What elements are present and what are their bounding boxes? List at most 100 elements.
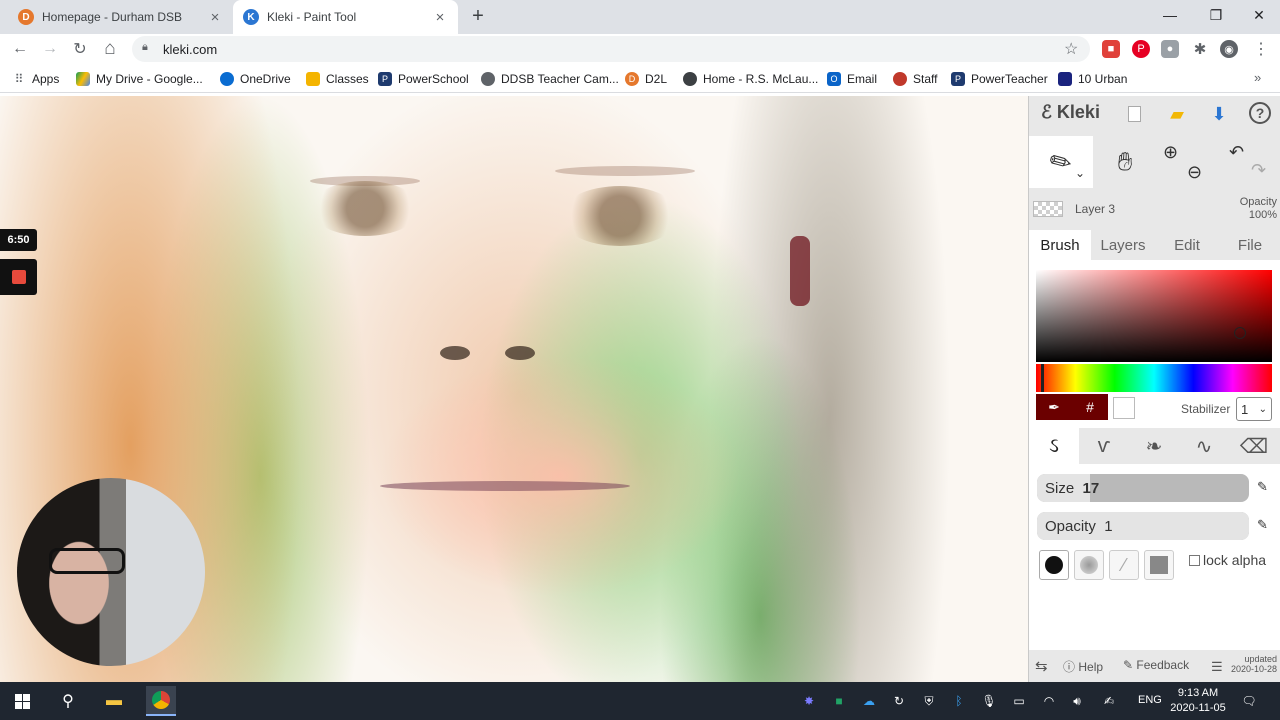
extension-apple-icon[interactable]: ● xyxy=(1161,40,1179,58)
tab-layers[interactable]: Layers xyxy=(1091,230,1155,260)
bookmark-home-rs-mclaughlin[interactable]: Home - R.S. McLau... xyxy=(683,70,818,88)
calligraphy-brush-shape[interactable]: ⁄ xyxy=(1109,550,1139,580)
new-tab-button[interactable]: + xyxy=(466,4,490,28)
stabilizer-select[interactable]: 1 ⌄ xyxy=(1236,397,1272,421)
input-language[interactable]: ENG xyxy=(1138,694,1162,706)
help-icon[interactable]: ? xyxy=(1249,102,1271,124)
bookmark-staff[interactable]: Staff xyxy=(893,70,937,88)
zoom-in-icon[interactable]: ⊕ xyxy=(1163,142,1178,163)
excel-tray-icon[interactable]: ■ xyxy=(830,692,848,710)
opacity-slider[interactable]: Opacity 1 xyxy=(1037,512,1249,540)
system-clock[interactable]: 9:13 AM 2020-11-05 xyxy=(1168,686,1228,716)
close-window-button[interactable]: ✕ xyxy=(1237,2,1280,28)
close-tab-icon[interactable]: × xyxy=(207,9,223,26)
painting-right-nostril xyxy=(505,346,535,360)
bookmark-classes[interactable]: Classes xyxy=(306,70,369,88)
download-icon[interactable]: ⬇ xyxy=(1207,102,1231,126)
changelog-icon[interactable]: ☰ xyxy=(1211,659,1223,675)
color-picker-cursor[interactable] xyxy=(1234,327,1246,339)
tab-file[interactable]: File xyxy=(1219,230,1280,260)
new-file-icon[interactable] xyxy=(1122,102,1146,126)
tab-kleki-paint-tool[interactable]: K Kleki - Paint Tool × xyxy=(233,0,458,34)
pinterest-icon[interactable]: P xyxy=(1132,40,1150,58)
bookmark-label: DDSB Teacher Cam... xyxy=(501,72,619,86)
pen-brush-button[interactable]: ઽ xyxy=(1029,428,1079,464)
pixel-brush-button[interactable]: ∿ xyxy=(1179,428,1229,464)
bookmark-email[interactable]: O Email xyxy=(827,70,877,88)
sync-tray-icon[interactable]: ↻ xyxy=(890,692,908,710)
address-bar[interactable]: 🔒︎ kleki.com ☆ xyxy=(132,36,1090,62)
onedrive-tray-icon[interactable]: ☁ xyxy=(860,692,878,710)
browser-menu-icon[interactable]: ⋮ xyxy=(1252,40,1270,58)
hex-input-button[interactable]: # xyxy=(1072,394,1108,420)
screen-recorder-tray-icon[interactable]: ✸ xyxy=(800,692,818,710)
maximize-button[interactable]: ❐ xyxy=(1194,2,1238,28)
primary-color-swatch[interactable]: ✒ # xyxy=(1036,394,1108,420)
bookmark-apps[interactable]: ⠿ Apps xyxy=(12,70,60,88)
bookmark-star-icon[interactable]: ☆ xyxy=(1064,39,1078,59)
tab-homepage-durham-dsb[interactable]: D Homepage - Durham DSB × xyxy=(8,0,233,34)
chrome-taskbar-icon[interactable] xyxy=(146,686,176,716)
eyedropper-icon[interactable]: ✒ xyxy=(1036,394,1072,420)
file-explorer-icon[interactable]: ▬ xyxy=(99,686,129,716)
round-brush-shape[interactable] xyxy=(1039,550,1069,580)
extensions-puzzle-icon[interactable]: ✱ xyxy=(1191,40,1209,58)
size-slider[interactable]: Size 17 xyxy=(1037,474,1249,502)
bluetooth-icon[interactable]: ᛒ xyxy=(950,692,968,710)
feedback-link[interactable]: ✎ Feedback xyxy=(1123,658,1189,672)
bookmarks-overflow-icon[interactable]: » xyxy=(1254,70,1261,85)
extension-red-icon[interactable]: ■ xyxy=(1102,40,1120,58)
blend-brush-button[interactable]: ѵ xyxy=(1079,428,1129,464)
minimize-button[interactable]: — xyxy=(1148,2,1192,28)
home-button[interactable]: ⌂ xyxy=(99,38,121,60)
battery-icon[interactable]: ▭ xyxy=(1010,692,1028,710)
close-tab-icon[interactable]: × xyxy=(432,9,448,26)
profile-avatar-icon[interactable]: ◉ xyxy=(1220,40,1238,58)
webcam-bubble[interactable] xyxy=(17,478,205,666)
open-folder-icon[interactable]: ▰ xyxy=(1165,102,1189,126)
volume-icon[interactable]: 🔊︎ xyxy=(1068,692,1086,710)
square-brush-shape[interactable] xyxy=(1144,550,1174,580)
bookmark-powerschool[interactable]: P PowerSchool xyxy=(378,70,469,88)
sketchy-brush-button[interactable]: ❧ xyxy=(1129,428,1179,464)
bookmark-my-drive[interactable]: My Drive - Google... xyxy=(76,70,203,88)
edit-opacity-icon[interactable]: ✎ xyxy=(1257,517,1268,533)
hand-tool-button[interactable]: ✋︎ xyxy=(1093,136,1157,188)
secondary-color-swatch[interactable] xyxy=(1113,397,1135,419)
redo-icon[interactable]: ↷ xyxy=(1251,160,1266,181)
current-layer-row[interactable]: Layer 3 Opacity 100% xyxy=(1029,194,1280,224)
bookmark-onedrive[interactable]: OneDrive xyxy=(220,70,291,88)
eraser-button[interactable]: ⌫ xyxy=(1229,428,1279,464)
tab-brush[interactable]: Brush xyxy=(1029,230,1091,260)
microphone-icon[interactable]: 🎙︎ xyxy=(980,692,998,710)
swap-panel-icon[interactable]: ⇆ xyxy=(1035,657,1048,675)
help-link[interactable]: ⓘ Help xyxy=(1063,658,1103,675)
edit-size-icon[interactable]: ✎ xyxy=(1257,479,1268,495)
pen-workspace-icon[interactable]: ✍︎ xyxy=(1100,692,1118,710)
forward-button[interactable]: → xyxy=(39,38,61,60)
tab-edit[interactable]: Edit xyxy=(1155,230,1219,260)
reload-button[interactable]: ↻ xyxy=(69,38,91,60)
security-shield-icon[interactable]: ⛨ xyxy=(920,692,938,710)
back-button[interactable]: ← xyxy=(9,38,31,60)
bookmark-10-urban[interactable]: 10 Urban xyxy=(1058,70,1127,88)
soft-brush-shape[interactable] xyxy=(1074,550,1104,580)
webcam-person-glasses xyxy=(49,548,125,574)
search-icon[interactable]: ⚲ xyxy=(53,686,83,716)
google-drive-icon xyxy=(76,72,90,86)
bookmark-d2l[interactable]: D D2L xyxy=(625,70,667,88)
saturation-value-picker[interactable] xyxy=(1036,270,1272,362)
lock-alpha-checkbox[interactable]: lock alpha xyxy=(1189,552,1266,568)
url-text[interactable]: kleki.com xyxy=(163,42,217,57)
notifications-icon[interactable]: 🗨︎ xyxy=(1240,692,1258,710)
zoom-out-icon[interactable]: ⊖ xyxy=(1187,162,1202,183)
stop-recording-button[interactable] xyxy=(0,259,37,295)
bookmark-ddsb-teacher-cam[interactable]: DDSB Teacher Cam... xyxy=(481,70,619,88)
brush-tool-button[interactable]: ✎ ⌄ xyxy=(1029,136,1093,188)
hue-slider-handle[interactable] xyxy=(1041,364,1044,392)
wifi-icon[interactable]: ◠ xyxy=(1040,692,1058,710)
windows-start-icon[interactable] xyxy=(7,686,37,716)
undo-icon[interactable]: ↶ xyxy=(1229,142,1244,163)
hue-slider[interactable] xyxy=(1036,364,1272,392)
bookmark-powerteacher[interactable]: P PowerTeacher xyxy=(951,70,1048,88)
